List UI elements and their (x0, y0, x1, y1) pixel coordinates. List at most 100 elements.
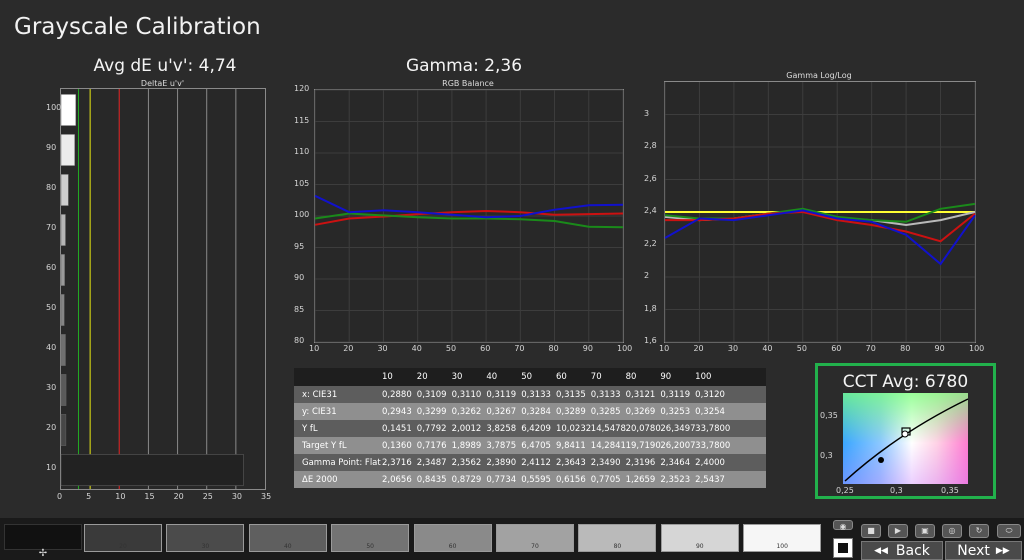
deltae-y-tick: 20 (46, 423, 57, 432)
table-cell: 0,1360 (382, 440, 412, 451)
pattern-icon: ✢ (38, 548, 48, 559)
deltae-x-tick: 25 (202, 492, 213, 501)
rgb-balance-chart (314, 89, 624, 343)
table-cell: 2,0656 (382, 474, 412, 485)
deltae-bar (60, 94, 77, 126)
cct-panel: CCT Avg: 6780 0,25 0,3 0,35 0,35 0,3 (815, 363, 996, 499)
table-cell: 0,3120 (695, 389, 725, 400)
table-cell: 2,3490 (590, 457, 621, 468)
page-title: Grayscale Calibration (14, 14, 261, 40)
gamma-x-tick: 10 (659, 344, 670, 353)
rgb-y-tick: 100 (294, 210, 310, 219)
table-cell: 0,3119 (486, 389, 517, 400)
deltae-y-tick: 90 (46, 143, 57, 152)
table-cell: 0,7705 (590, 474, 621, 485)
rgb-y-tick: 115 (294, 115, 310, 125)
table-column-header: 100 (695, 372, 712, 382)
deltae-y-tick: 10 (46, 463, 57, 472)
table-cell: 0,3253 (660, 406, 691, 417)
rgb-y-tick: 105 (294, 178, 310, 188)
table-cell: 2,5437 (695, 474, 725, 485)
planckian-locus (844, 398, 969, 482)
rgb-y-tick: 120 (294, 84, 310, 93)
table-cell: 0,3133 (521, 389, 551, 400)
gamma-x-tick: 80 (900, 344, 911, 353)
refresh-icon[interactable]: ↻ (969, 524, 989, 538)
rgb-x-tick: 90 (582, 344, 593, 353)
deltae-bar-chart (60, 88, 266, 490)
swatch-100[interactable]: 100 (743, 524, 822, 552)
swatch-60[interactable]: 60 (413, 524, 492, 552)
table-cell: 0,2943 (382, 406, 412, 417)
table-cell: 2,4112 (521, 457, 551, 468)
swatch-40[interactable]: 40 (248, 524, 327, 552)
avg-de-header: Avg dE u'v': 4,74 (93, 56, 237, 76)
table-cell: 2,3464 (660, 457, 691, 468)
view-icon[interactable]: ◎ (942, 524, 962, 538)
swatch-90[interactable]: 90 (660, 524, 739, 552)
deltae-bar (60, 334, 66, 366)
table-cell: 0,3121 (625, 389, 656, 400)
deltae-bar (60, 414, 67, 446)
table-column-header: 80 (625, 372, 637, 382)
swatch-80[interactable]: 80 (578, 524, 657, 552)
table-column-header: 60 (555, 372, 567, 382)
deltae-y-tick: 70 (46, 223, 57, 232)
table-cell: 14,5478 (590, 423, 626, 434)
gamma-svg (664, 82, 976, 343)
swatch-30[interactable]: 30 (166, 524, 245, 552)
table-column-header: 30 (451, 372, 463, 382)
deltae-x-tick: 20 (173, 492, 184, 501)
swatch-70[interactable]: 70 (496, 524, 574, 552)
cct-y-tick: 0,3 (820, 451, 833, 460)
table-cell: 26,3497 (660, 423, 696, 434)
save-icon[interactable]: ▣ (915, 524, 935, 538)
rgb-y-tick: 110 (294, 147, 310, 156)
measurement-table: 10 20 30 40 50 60 70 80 90 100 x: CIE31 0,2880 0,310… (294, 368, 766, 488)
eye-icon[interactable]: ◉ (833, 520, 853, 531)
back-button[interactable]: ◀◀ Back (861, 541, 943, 560)
table-column-header: 90 (660, 372, 672, 382)
play-icon[interactable]: ▶ (888, 524, 908, 538)
cct-x-tick: 0,35 (941, 486, 959, 495)
toggle-icon[interactable]: ⬭ (997, 524, 1021, 538)
back-label: Back (895, 542, 930, 559)
table-column-header: 10 (382, 372, 393, 382)
rgb-x-tick: 60 (480, 344, 491, 353)
swatch-50[interactable]: 50 (331, 524, 410, 552)
gamma-log-chart (664, 81, 976, 343)
rgb-y-tick: 90 (294, 273, 305, 282)
table-cell: 2,4000 (695, 457, 725, 468)
row-label: Gamma Point: Flat (302, 457, 381, 468)
table-cell: 2,3890 (486, 457, 517, 468)
rgb-x-tick: 100 (617, 344, 633, 353)
cct-x-tick: 0,3 (890, 486, 903, 495)
gamma-x-tick: 30 (727, 344, 739, 353)
swatch-label: 80 (613, 543, 622, 550)
swatch-20[interactable]: 20 (84, 524, 162, 552)
deltae-x-tick: 0 (57, 492, 63, 501)
gamma-header: Gamma: 2,36 (405, 56, 523, 76)
gamma-y-tick: 2,8 (644, 141, 657, 150)
table-cell: 3,8258 (486, 423, 517, 434)
next-arrow-icon: ▶▶ (995, 545, 1010, 556)
table-cell: 2,3716 (382, 457, 412, 468)
gamma-y-tick: 2,6 (644, 173, 657, 183)
stop-button[interactable] (833, 538, 853, 558)
table-cell: 0,2880 (382, 389, 412, 400)
stop-icon[interactable]: ■ (861, 524, 881, 538)
deltae-subtitle: DeltaE u'v' (140, 79, 185, 88)
table-cell: 0,3254 (695, 406, 725, 417)
table-cell: 33,7800 (695, 423, 731, 434)
table-cell: 19,7190 (625, 440, 661, 451)
table-cell: 0,3285 (590, 406, 621, 417)
table-cell: 0,3289 (555, 406, 586, 417)
rgb-y-tick: 85 (294, 304, 305, 314)
row-label: x: CIE31 (302, 389, 338, 400)
swatch-label: 70 (531, 543, 539, 550)
table-cell: 0,3110 (451, 389, 482, 400)
gamma-log-subtitle: Gamma Log/Log (786, 71, 852, 80)
swatch-10[interactable] (4, 524, 82, 550)
gamma-y-tick: 2,4 (644, 206, 657, 215)
next-button[interactable]: Next ▶▶ (945, 541, 1022, 560)
